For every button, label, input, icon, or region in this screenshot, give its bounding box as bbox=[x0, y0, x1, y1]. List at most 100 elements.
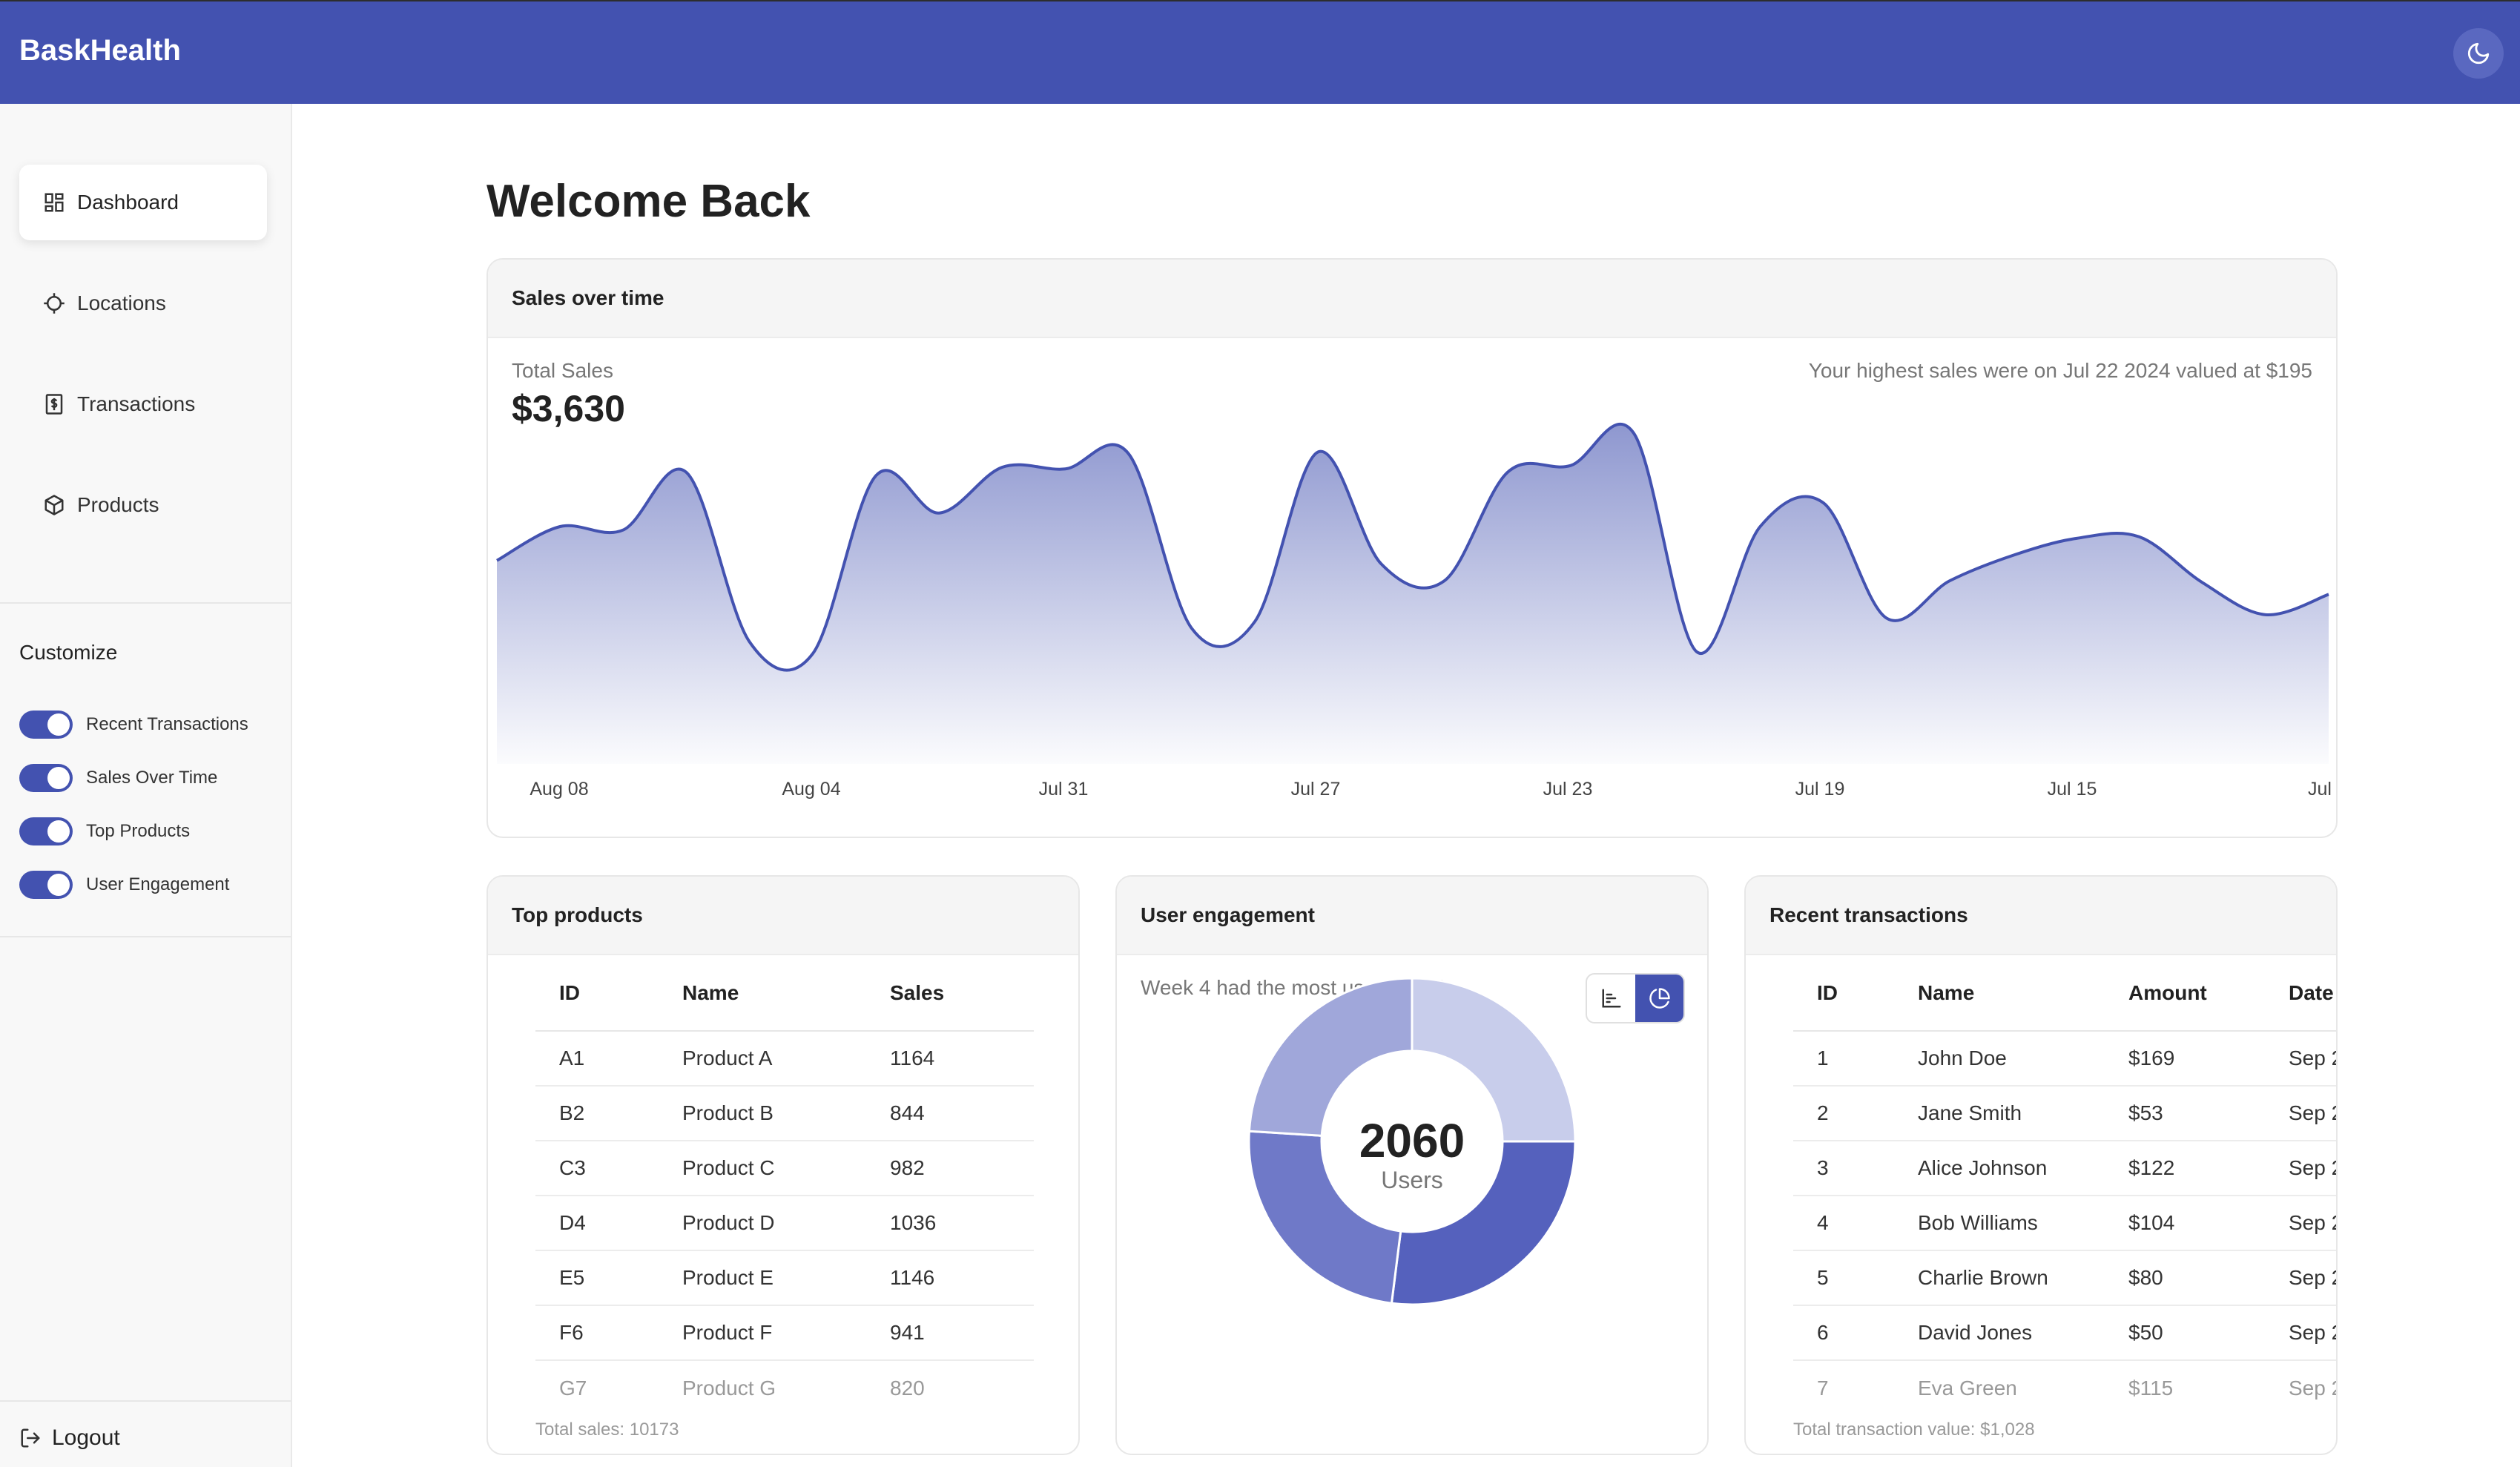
sales-data-point[interactable] bbox=[553, 519, 567, 534]
toggle-knob bbox=[47, 820, 70, 843]
table-row[interactable]: A1 Product A 1164 bbox=[535, 1031, 1034, 1087]
cell-id: 6 bbox=[1793, 1305, 1918, 1361]
sales-data-point[interactable] bbox=[1058, 461, 1073, 476]
toggle-top-products[interactable]: Top Products bbox=[19, 817, 190, 845]
logout-button[interactable]: Logout bbox=[19, 1425, 120, 1451]
sales-data-point[interactable] bbox=[1563, 458, 1578, 473]
sales-data-point[interactable] bbox=[616, 523, 630, 538]
table-row[interactable]: 5 Charlie Brown $80 Sep 2 bbox=[1793, 1250, 2336, 1306]
table-header-row: ID Name Sales bbox=[535, 955, 1034, 1032]
sales-data-point[interactable] bbox=[489, 553, 504, 568]
sidebar-item-products[interactable]: Products bbox=[19, 467, 267, 543]
sidebar-divider bbox=[0, 1400, 291, 1402]
cell-amount: $122 bbox=[2128, 1141, 2289, 1196]
cell-id: 5 bbox=[1793, 1250, 1918, 1306]
sales-data-point[interactable] bbox=[2258, 607, 2273, 622]
table-row[interactable]: D4 Product D 1036 bbox=[535, 1196, 1034, 1251]
sidebar-item-dashboard[interactable]: Dashboard bbox=[19, 165, 267, 240]
cell-date: Sep 2 bbox=[2289, 1031, 2336, 1087]
sales-data-point[interactable] bbox=[2195, 575, 2210, 590]
table-row[interactable]: E5 Product E 1146 bbox=[535, 1250, 1034, 1306]
toggle-switch[interactable] bbox=[19, 711, 73, 739]
table-row[interactable]: B2 Product B 844 bbox=[535, 1086, 1034, 1141]
sales-data-point[interactable] bbox=[2005, 548, 2020, 563]
toggle-switch[interactable] bbox=[19, 764, 73, 792]
sales-data-point[interactable] bbox=[1121, 446, 1136, 461]
moon-icon bbox=[2467, 42, 2490, 65]
sales-data-point[interactable] bbox=[805, 646, 820, 661]
table-row[interactable]: 1 John Doe $169 Sep 2 bbox=[1793, 1031, 2336, 1087]
cell-amount: $50 bbox=[2128, 1305, 2289, 1361]
sales-data-point[interactable] bbox=[1310, 444, 1325, 459]
crosshair-icon bbox=[43, 292, 65, 314]
cell-date: Sep 2 bbox=[2289, 1196, 2336, 1251]
donut-slice-4[interactable] bbox=[1247, 977, 1414, 1137]
theme-toggle-button[interactable] bbox=[2453, 28, 2504, 79]
sidebar-item-transactions[interactable]: Transactions bbox=[19, 366, 267, 442]
sidebar-divider bbox=[0, 602, 291, 604]
column-header-amount[interactable]: Amount bbox=[2128, 955, 2289, 1032]
sales-data-point[interactable] bbox=[679, 465, 694, 480]
column-header-id[interactable]: ID bbox=[1793, 955, 1918, 1032]
table-row[interactable]: G7 Product G 820 bbox=[535, 1360, 1034, 1415]
cell-name: Product F bbox=[682, 1305, 890, 1361]
column-header-name[interactable]: Name bbox=[682, 955, 890, 1032]
cell-name: Charlie Brown bbox=[1918, 1250, 2128, 1306]
sales-area-chart[interactable]: Aug 08 Aug 04 Jul 31 Jul 27 Jul 23 Jul 19 Jul … bbox=[488, 260, 2336, 837]
column-header-sales[interactable]: Sales bbox=[890, 955, 1034, 1032]
toggle-user-engagement[interactable]: User Engagement bbox=[19, 871, 229, 899]
sidebar-item-locations[interactable]: Locations bbox=[19, 266, 267, 341]
column-header-date[interactable]: Date bbox=[2289, 955, 2336, 1032]
sales-data-point[interactable] bbox=[1373, 556, 1388, 571]
sales-data-point[interactable] bbox=[1752, 519, 1767, 534]
sales-data-point[interactable] bbox=[2068, 531, 2083, 546]
sales-data-point[interactable] bbox=[868, 468, 883, 483]
toggle-label: Sales Over Time bbox=[86, 768, 218, 788]
column-header-name[interactable]: Name bbox=[1918, 955, 2128, 1032]
customize-title: Customize bbox=[19, 641, 118, 664]
table-row[interactable]: F6 Product F 941 bbox=[535, 1305, 1034, 1361]
toggle-switch[interactable] bbox=[19, 871, 73, 899]
user-engagement-donut-chart[interactable]: 2060 Users bbox=[1117, 877, 1707, 1454]
toggle-sales-over-time[interactable]: Sales Over Time bbox=[19, 764, 217, 792]
table-row[interactable]: 2 Jane Smith $53 Sep 2 bbox=[1793, 1086, 2336, 1141]
sales-data-point[interactable] bbox=[2131, 530, 2146, 544]
table-row[interactable]: 3 Alice Johnson $122 Sep 2 bbox=[1793, 1141, 2336, 1196]
table-row[interactable]: 7 Eva Green $115 Sep 2 bbox=[1793, 1360, 2336, 1415]
table-row[interactable]: 4 Bob Williams $104 Sep 2 bbox=[1793, 1196, 2336, 1251]
user-engagement-card: User engagement Week 4 had the most user… bbox=[1115, 875, 1709, 1455]
sales-data-point[interactable] bbox=[742, 634, 757, 649]
sales-data-point[interactable] bbox=[1689, 645, 1704, 659]
top-products-table: ID Name Sales A1 Product A 1164 B2 Product … bbox=[535, 955, 1034, 1415]
total-transactions-footer: Total transaction value: $1,028 bbox=[1793, 1420, 2035, 1440]
brand-logo-text[interactable]: BaskHealth bbox=[19, 34, 181, 67]
sales-data-point[interactable] bbox=[1626, 426, 1641, 441]
x-axis-tick-label: Aug 04 bbox=[782, 779, 840, 800]
sales-data-point[interactable] bbox=[1942, 573, 1957, 588]
toggle-switch[interactable] bbox=[19, 817, 73, 845]
sales-data-point[interactable] bbox=[1184, 621, 1199, 636]
x-axis-tick-label: Jul 15 bbox=[2048, 779, 2097, 800]
table-row[interactable]: C3 Product C 982 bbox=[535, 1141, 1034, 1196]
sales-data-point[interactable] bbox=[995, 460, 1009, 475]
sales-data-point[interactable] bbox=[1816, 495, 1831, 510]
toggle-recent-transactions[interactable]: Recent Transactions bbox=[19, 711, 248, 739]
sales-data-point[interactable] bbox=[931, 506, 946, 521]
x-axis-tick-label: Jul 27 bbox=[1291, 779, 1341, 800]
sidebar-item-label: Transactions bbox=[77, 392, 196, 415]
sales-data-point[interactable] bbox=[1500, 465, 1515, 480]
recent-transactions-card: Recent transactions ID Name Amount Date … bbox=[1744, 875, 2338, 1455]
sidebar-divider bbox=[0, 936, 291, 937]
toggle-label: Recent Transactions bbox=[86, 714, 248, 734]
cell-date: Sep 2 bbox=[2289, 1141, 2336, 1196]
sales-data-point[interactable] bbox=[1247, 614, 1262, 629]
table-row[interactable]: 6 David Jones $50 Sep 2 bbox=[1793, 1305, 2336, 1361]
column-header-id[interactable]: ID bbox=[535, 955, 682, 1032]
sales-data-point[interactable] bbox=[1879, 610, 1894, 625]
sales-data-point[interactable] bbox=[2321, 587, 2336, 601]
toggle-knob bbox=[47, 874, 70, 896]
x-axis-tick-label: Jul 19 bbox=[1795, 779, 1845, 800]
cell-sales: 1146 bbox=[890, 1250, 1034, 1306]
cell-date: Sep 2 bbox=[2289, 1305, 2336, 1361]
sales-data-point[interactable] bbox=[1437, 573, 1452, 588]
